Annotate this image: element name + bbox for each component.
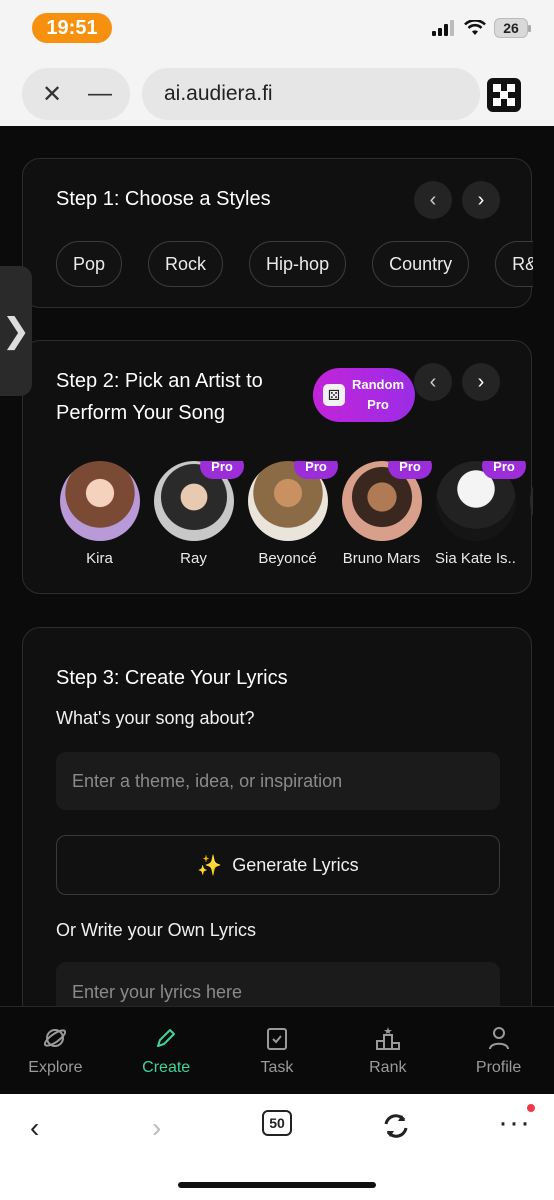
browser-toolbar: ‹ › 50 ··· xyxy=(0,1094,554,1200)
step2-title-line1: Step 2: Pick an Artist to xyxy=(56,370,263,392)
refresh-icon[interactable] xyxy=(381,1112,411,1140)
nav-explore[interactable]: Explore xyxy=(0,1007,111,1094)
step2-title-line2: Perform Your Song xyxy=(56,402,225,424)
nav-create[interactable]: Create xyxy=(111,1007,222,1094)
random-pro-label: Random Pro xyxy=(352,377,404,412)
tab-controls: ✕ — xyxy=(22,68,130,120)
chevron-right-icon: › xyxy=(477,370,485,393)
pro-badge: Pro xyxy=(482,461,526,479)
step1-next-button[interactable]: › xyxy=(462,181,500,219)
side-drawer-toggle[interactable]: ❯ xyxy=(0,266,32,396)
style-chip-pop[interactable]: Pop xyxy=(56,241,123,287)
theme-input[interactable] xyxy=(56,752,500,810)
chevron-left-icon: ‹ xyxy=(429,188,437,211)
step2-prev-button[interactable]: ‹ xyxy=(414,363,452,401)
random-pro-button[interactable]: ⚄ Random Pro xyxy=(313,368,415,422)
system-icons: 26 xyxy=(432,18,531,38)
avatar xyxy=(59,461,140,541)
pencil-icon xyxy=(157,1028,176,1047)
browser-chrome: 19:51 26 ✕ — ai.audiera.fi xyxy=(0,0,554,126)
style-chips: Pop Rock Hip-hop Country R&B xyxy=(56,241,533,287)
main-content: ❯ Step 1: Choose a Styles ‹ › Pop Rock H… xyxy=(0,126,554,1006)
nav-task-label: Task xyxy=(260,1058,294,1076)
artist-item-partial[interactable]: A xyxy=(529,461,533,576)
artist-name: Beyoncé xyxy=(258,550,317,567)
step3-card: Step 3: Create Your Lyrics What's your s… xyxy=(22,627,532,1006)
nav-profile[interactable]: Profile xyxy=(443,1007,554,1094)
tabs-count-button[interactable]: 50 xyxy=(262,1110,292,1136)
artist-name: Sia Kate Is... xyxy=(435,550,516,567)
magic-wand-icon: ✨ xyxy=(197,854,223,877)
artist-item-bruno-mars[interactable]: Pro Bruno Mars xyxy=(341,461,432,576)
chevron-right-icon: › xyxy=(477,188,485,211)
style-chip-country[interactable]: Country xyxy=(372,241,470,287)
artist-item-sia[interactable]: Pro Sia Kate Is... xyxy=(435,461,526,576)
avatar xyxy=(529,461,533,541)
lyrics-input[interactable] xyxy=(56,962,500,1006)
song-about-label: What's your song about? xyxy=(56,708,255,728)
minimize-icon[interactable]: — xyxy=(80,80,120,108)
artist-name: Bruno Mars xyxy=(342,550,421,567)
wifi-icon xyxy=(464,20,486,35)
pro-badge: Pro xyxy=(388,461,432,479)
nav-rank[interactable]: Rank xyxy=(332,1007,443,1094)
style-chip-rock[interactable]: Rock xyxy=(148,241,224,287)
artist-item-ray[interactable]: Pro Ray xyxy=(153,461,244,576)
artist-item-beyonce[interactable]: Pro Beyoncé xyxy=(247,461,338,576)
home-indicator xyxy=(178,1182,376,1188)
nav-explore-label: Explore xyxy=(28,1058,83,1076)
step2-card: Step 2: Pick an Artist to Perform Your S… xyxy=(22,340,533,594)
pro-badge: Pro xyxy=(294,461,338,479)
chevron-right-icon: ❯ xyxy=(1,312,31,350)
back-icon[interactable]: ‹ xyxy=(30,1112,39,1144)
style-chip-rnb[interactable]: R&B xyxy=(495,241,533,287)
step3-title: Step 3: Create Your Lyrics xyxy=(56,667,288,689)
dice-icon: ⚄ xyxy=(323,384,345,406)
chevron-left-icon: ‹ xyxy=(429,370,437,393)
own-lyrics-label: Or Write your Own Lyrics xyxy=(56,920,257,940)
nav-profile-label: Profile xyxy=(475,1058,522,1076)
pro-badge: Pro xyxy=(200,461,244,479)
nav-rank-label: Rank xyxy=(369,1058,407,1076)
podium-icon xyxy=(375,1026,400,1050)
artist-name: Ray xyxy=(180,550,207,567)
forward-icon[interactable]: › xyxy=(152,1112,161,1144)
artist-name: A xyxy=(529,550,533,567)
nav-create-label: Create xyxy=(142,1058,191,1076)
url-bar[interactable]: ai.audiera.fi xyxy=(142,68,480,120)
close-icon[interactable]: ✕ xyxy=(32,80,72,109)
app-bottom-nav: Explore Create Task Rank Profile xyxy=(0,1006,554,1094)
step1-prev-button[interactable]: ‹ xyxy=(414,181,452,219)
generate-lyrics-label: Generate Lyrics xyxy=(232,854,359,875)
style-chip-hiphop[interactable]: Hip-hop xyxy=(249,241,347,287)
artist-item-kira[interactable]: Kira xyxy=(59,461,140,576)
site-logo-icon[interactable] xyxy=(487,78,521,112)
artist-list: Kira Pro Ray Pro Beyoncé Pro Bruno Mars … xyxy=(59,461,533,576)
planet-icon xyxy=(44,1028,67,1047)
signal-icon xyxy=(432,20,454,36)
step1-card: Step 1: Choose a Styles ‹ › Pop Rock Hip… xyxy=(22,158,533,308)
step1-title: Step 1: Choose a Styles xyxy=(56,188,271,210)
nav-task[interactable]: Task xyxy=(222,1007,333,1094)
clipboard-check-icon xyxy=(266,1027,287,1050)
status-time: 19:51 xyxy=(32,13,112,43)
battery-indicator: 26 xyxy=(494,18,531,38)
notification-dot xyxy=(527,1104,535,1112)
more-icon[interactable]: ··· xyxy=(498,1106,531,1140)
generate-lyrics-button[interactable]: ✨ Generate Lyrics xyxy=(56,835,500,895)
artist-name: Kira xyxy=(86,550,113,567)
url-text: ai.audiera.fi xyxy=(164,82,273,105)
person-icon xyxy=(488,1026,509,1049)
step2-next-button[interactable]: › xyxy=(462,363,500,401)
